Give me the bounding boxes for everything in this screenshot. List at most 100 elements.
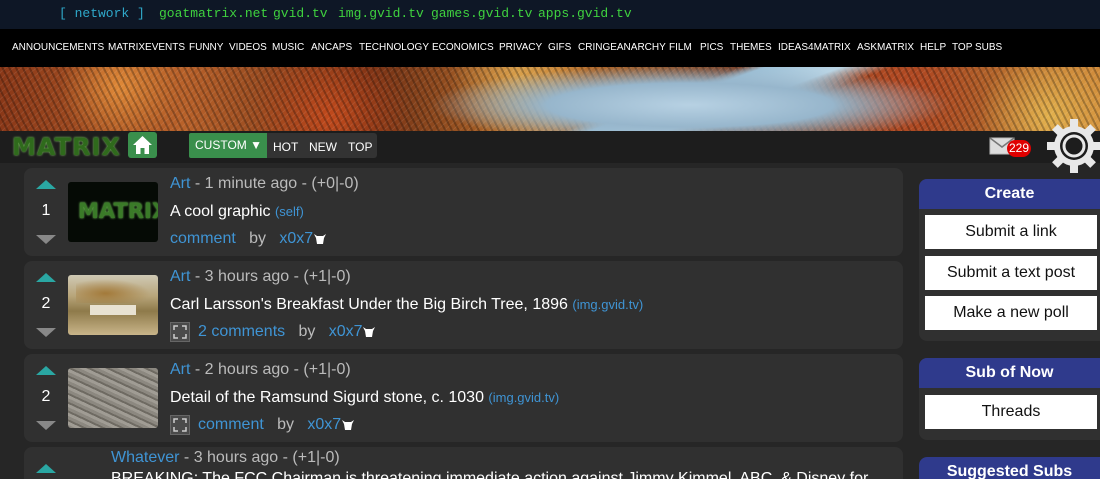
network-link-img-gvid[interactable]: img.gvid.tv: [338, 6, 424, 21]
sub-link-help[interactable]: HELP: [920, 42, 946, 53]
author-link[interactable]: x0x7: [279, 230, 313, 247]
sub-of-now-box: Sub of Now Threads: [919, 358, 1100, 440]
post-sub-link[interactable]: Whatever: [111, 449, 179, 466]
expand-icon[interactable]: [170, 322, 190, 342]
tab-hot[interactable]: HOT: [273, 140, 298, 154]
post-title-link[interactable]: Detail of the Ramsund Sigurd stone, c. 1…: [170, 389, 484, 406]
post-score: 1: [41, 202, 51, 219]
post-domain[interactable]: (self): [275, 204, 304, 219]
sub-link-ancaps[interactable]: ANCAPS: [311, 42, 352, 53]
submit-link-button[interactable]: Submit a link: [925, 215, 1097, 249]
post-meta: Art - 1 minute ago - (+0|-0): [170, 175, 359, 193]
sub-link-announcements[interactable]: ANNOUNCEMENTS: [12, 42, 104, 53]
sub-link-technology[interactable]: TECHNOLOGY: [359, 42, 429, 53]
post-title-link[interactable]: A cool graphic: [170, 203, 271, 220]
sub-link-videos[interactable]: VIDEOS: [229, 42, 267, 53]
sub-link-top-subs[interactable]: TOP SUBS: [952, 42, 1002, 53]
author-link[interactable]: x0x7: [307, 416, 341, 433]
post-title: Carl Larsson's Breakfast Under the Big B…: [170, 296, 643, 314]
sub-link-matrixevents[interactable]: MATRIXEVENTS: [108, 42, 185, 53]
sub-of-now-header: Sub of Now: [919, 358, 1100, 388]
post-time-votes: - 3 hours ago - (+1|-0): [190, 268, 351, 285]
post-item: 2 Art - 2 hours ago - (+1|-0) Detail of …: [24, 354, 903, 442]
sub-link-pics[interactable]: PICS: [700, 42, 723, 53]
post-time-votes: - 2 hours ago - (+1|-0): [190, 361, 351, 378]
sub-link-music[interactable]: MUSIC: [272, 42, 304, 53]
downvote-arrow-icon[interactable]: [36, 328, 56, 337]
home-button[interactable]: [128, 132, 157, 158]
post-time-votes: - 3 hours ago - (+1|-0): [179, 449, 340, 466]
goat-icon: [363, 327, 375, 337]
post-thumbnail[interactable]: [68, 275, 158, 335]
network-link-goatmatrix[interactable]: goatmatrix.net: [159, 6, 268, 21]
post-title-link[interactable]: BREAKING: The FCC Chairman is threatenin…: [111, 470, 868, 479]
nav-bar: [0, 131, 1100, 163]
comments-link[interactable]: comment: [170, 230, 236, 247]
post-title: A cool graphic (self): [170, 203, 304, 221]
post-item: 1 MATRIX Art - 1 minute ago - (+0|-0) A …: [24, 168, 903, 256]
sub-link-cringeanarchy[interactable]: CRINGEANARCHY: [578, 42, 666, 53]
home-icon: [133, 136, 152, 154]
network-link-apps-gvid[interactable]: apps.gvid.tv: [538, 6, 632, 21]
upvote-arrow-icon[interactable]: [36, 464, 56, 473]
upvote-arrow-icon[interactable]: [36, 366, 56, 375]
goat-icon: [314, 234, 326, 244]
sub-link-funny[interactable]: FUNNY: [189, 42, 223, 53]
post-item: Whatever - 3 hours ago - (+1|-0) BREAKIN…: [24, 447, 903, 479]
post-score: 2: [41, 295, 51, 312]
post-sub-link[interactable]: Art: [170, 361, 190, 378]
post-actions: comment by x0x7: [198, 416, 341, 434]
suggested-subs-box: Suggested Subs: [919, 457, 1100, 479]
sub-link-film[interactable]: FILM: [669, 42, 692, 53]
post-meta: Art - 3 hours ago - (+1|-0): [170, 268, 351, 286]
upvote-arrow-icon[interactable]: [36, 180, 56, 189]
sub-of-now-threads-button[interactable]: Threads: [925, 395, 1097, 429]
post-title: Detail of the Ramsund Sigurd stone, c. 1…: [170, 389, 559, 407]
tab-top[interactable]: TOP: [348, 140, 372, 154]
thumbnail-matrix-text: MATRIX: [78, 199, 158, 223]
mail-count-badge: 229: [1007, 140, 1032, 157]
header-banner: [0, 67, 1100, 131]
create-box: Create Submit a link Submit a text post …: [919, 179, 1100, 341]
post-actions: comment by x0x7: [170, 230, 313, 248]
post-time-votes: - 1 minute ago - (+0|-0): [190, 175, 359, 192]
post-sub-link[interactable]: Art: [170, 268, 190, 285]
network-link-games-gvid[interactable]: games.gvid.tv: [431, 6, 532, 21]
sub-link-ideas4matrix[interactable]: IDEAS4MATRIX: [778, 42, 851, 53]
post-score: 2: [41, 388, 51, 405]
network-bar: [ network ] goatmatrix.net gvid.tv img.g…: [0, 0, 1100, 29]
suggested-subs-header: Suggested Subs: [919, 457, 1100, 479]
upvote-arrow-icon[interactable]: [36, 273, 56, 282]
post-domain[interactable]: (img.gvid.tv): [488, 390, 559, 405]
expand-icon[interactable]: [170, 415, 190, 435]
post-actions: 2 comments by x0x7: [198, 323, 363, 341]
author-link[interactable]: x0x7: [329, 323, 363, 340]
create-box-header: Create: [919, 179, 1100, 209]
comments-link[interactable]: 2 comments: [198, 323, 285, 340]
gear-icon[interactable]: [1046, 118, 1100, 174]
tab-new[interactable]: NEW: [309, 140, 337, 154]
sub-link-privacy[interactable]: PRIVACY: [499, 42, 542, 53]
sub-link-gifs[interactable]: GIFS: [548, 42, 571, 53]
site-logo[interactable]: MATRIX: [12, 133, 121, 161]
post-sub-link[interactable]: Art: [170, 175, 190, 192]
sort-tabs: HOT NEW TOP: [267, 133, 377, 158]
network-label[interactable]: [ network ]: [59, 6, 145, 21]
post-thumbnail[interactable]: MATRIX: [68, 182, 158, 242]
sub-link-themes[interactable]: THEMES: [730, 42, 772, 53]
downvote-arrow-icon[interactable]: [36, 235, 56, 244]
submit-text-post-button[interactable]: Submit a text post: [925, 256, 1097, 290]
comments-link[interactable]: comment: [198, 416, 264, 433]
goat-icon: [342, 420, 354, 430]
post-item: 2 Art - 3 hours ago - (+1|-0) Carl Larss…: [24, 261, 903, 349]
make-poll-button[interactable]: Make a new poll: [925, 296, 1097, 330]
sub-link-askmatrix[interactable]: ASKMATRIX: [857, 42, 914, 53]
sub-link-economics[interactable]: ECONOMICS: [432, 42, 494, 53]
post-domain[interactable]: (img.gvid.tv): [572, 297, 643, 312]
sort-custom-dropdown[interactable]: CUSTOM ▼: [189, 133, 267, 158]
post-title-link[interactable]: Carl Larsson's Breakfast Under the Big B…: [170, 296, 568, 313]
downvote-arrow-icon[interactable]: [36, 421, 56, 430]
post-thumbnail[interactable]: [68, 368, 158, 428]
subs-bar: ANNOUNCEMENTS MATRIXEVENTS FUNNY VIDEOS …: [0, 29, 1100, 67]
network-link-gvid[interactable]: gvid.tv: [273, 6, 328, 21]
